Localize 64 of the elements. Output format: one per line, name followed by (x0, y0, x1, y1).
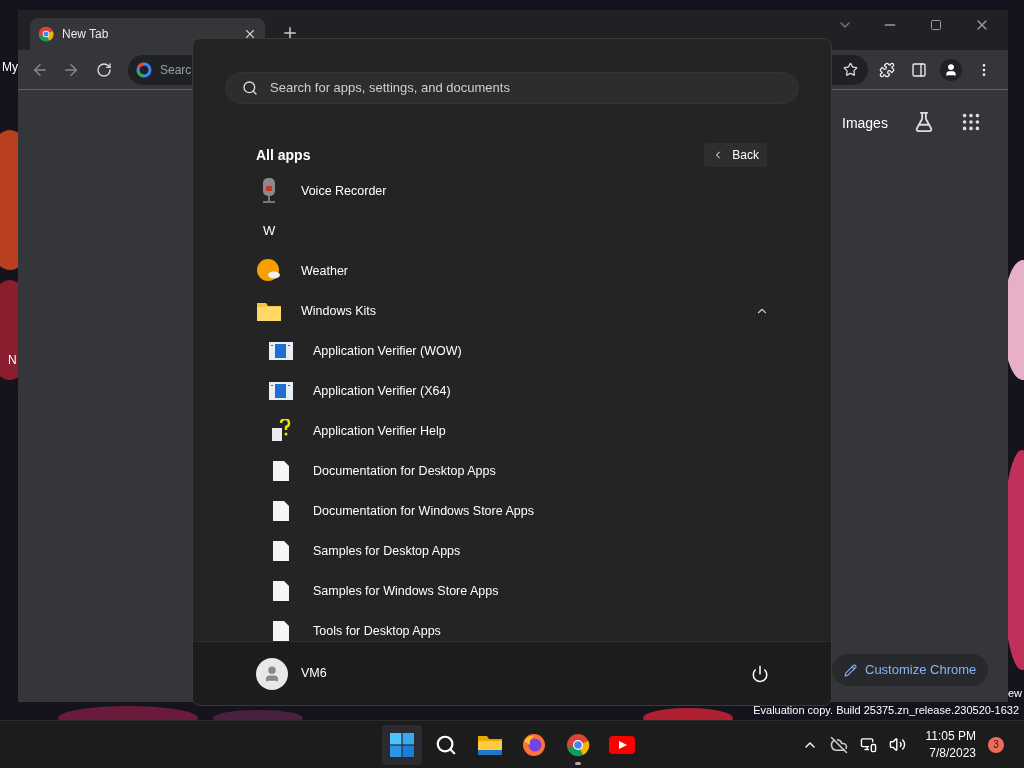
desktop-icon-label: N (8, 352, 17, 369)
document-icon (272, 540, 290, 562)
customize-button[interactable]: Customize Chrome (832, 654, 989, 686)
back-icon[interactable] (31, 61, 49, 79)
side-panel-icon[interactable] (911, 62, 927, 78)
person-icon (944, 63, 958, 77)
notification-badge[interactable]: 3 (988, 736, 1004, 753)
search-icon (242, 80, 258, 96)
document-icon (272, 580, 290, 602)
folder-icon (256, 300, 282, 322)
watermark-text: Evaluation copy. Build 25375.zn_release.230520-1632 (753, 703, 1019, 717)
app-item[interactable]: Voice Recorder (193, 171, 831, 211)
profile-avatar[interactable] (940, 59, 962, 81)
back-button[interactable]: Back (704, 143, 767, 167)
weather-icon (256, 258, 282, 284)
taskbar-button[interactable] (382, 724, 422, 765)
search-icon (435, 733, 457, 756)
app-item[interactable]: Weather (193, 251, 831, 291)
user-avatar[interactable] (256, 657, 288, 690)
volume-icon[interactable] (888, 736, 906, 753)
window-icon (269, 382, 293, 400)
app-item[interactable]: Application Verifier (WOW) (193, 331, 831, 371)
chrome-logo-icon (38, 26, 54, 42)
folder-item[interactable]: Windows Kits (193, 291, 831, 331)
windows-logo-icon (390, 732, 414, 757)
extensions-icon[interactable] (879, 62, 895, 78)
firefox-icon (522, 732, 546, 757)
search-input[interactable]: Search for apps, settings, and documents (270, 78, 782, 98)
maximize-icon[interactable] (930, 19, 942, 31)
app-item[interactable]: Documentation for Desktop Apps (193, 451, 831, 491)
app-item[interactable]: Tools for Desktop Apps (193, 611, 831, 641)
play-icon (609, 735, 635, 754)
power-icon[interactable] (751, 664, 769, 683)
header-link[interactable]: Images (842, 113, 888, 134)
pencil-icon (844, 663, 857, 677)
folder-icon (477, 733, 503, 756)
chrome-logo-icon (566, 732, 590, 757)
app-item[interactable]: Documentation for Windows Store Apps (193, 491, 831, 531)
document-icon (272, 460, 290, 482)
reload-icon[interactable] (96, 62, 112, 78)
forward-icon[interactable] (62, 61, 80, 79)
search-field[interactable]: Search for apps, settings, and documents (225, 72, 799, 104)
app-item[interactable]: Application Verifier (X64) (193, 371, 831, 411)
letter-heading[interactable]: W (263, 221, 276, 241)
clock[interactable]: 11:05 PM 7/8/2023 (925, 727, 976, 762)
app-item[interactable]: Application Verifier Help (193, 411, 831, 451)
section-title: All apps (256, 145, 311, 165)
document-icon (272, 620, 290, 641)
apps-grid-icon[interactable] (960, 111, 982, 133)
google-logo-icon (136, 62, 152, 78)
close-icon[interactable] (243, 27, 257, 41)
document-icon (272, 500, 290, 522)
window-icon (269, 342, 293, 360)
desktop-icon-label: My (2, 59, 18, 76)
desktop-icon-label: ew (1008, 686, 1023, 701)
network-icon[interactable] (859, 736, 877, 753)
running-indicator (575, 761, 581, 765)
person-icon (263, 664, 281, 683)
app-item[interactable]: Samples for Windows Store Apps (193, 571, 831, 611)
app-item[interactable]: Samples for Desktop Apps (193, 531, 831, 571)
bookmark-star-icon[interactable] (843, 62, 858, 77)
labs-icon[interactable] (913, 111, 935, 133)
cloud-off-icon[interactable] (829, 735, 848, 754)
help-document-icon (270, 419, 292, 443)
